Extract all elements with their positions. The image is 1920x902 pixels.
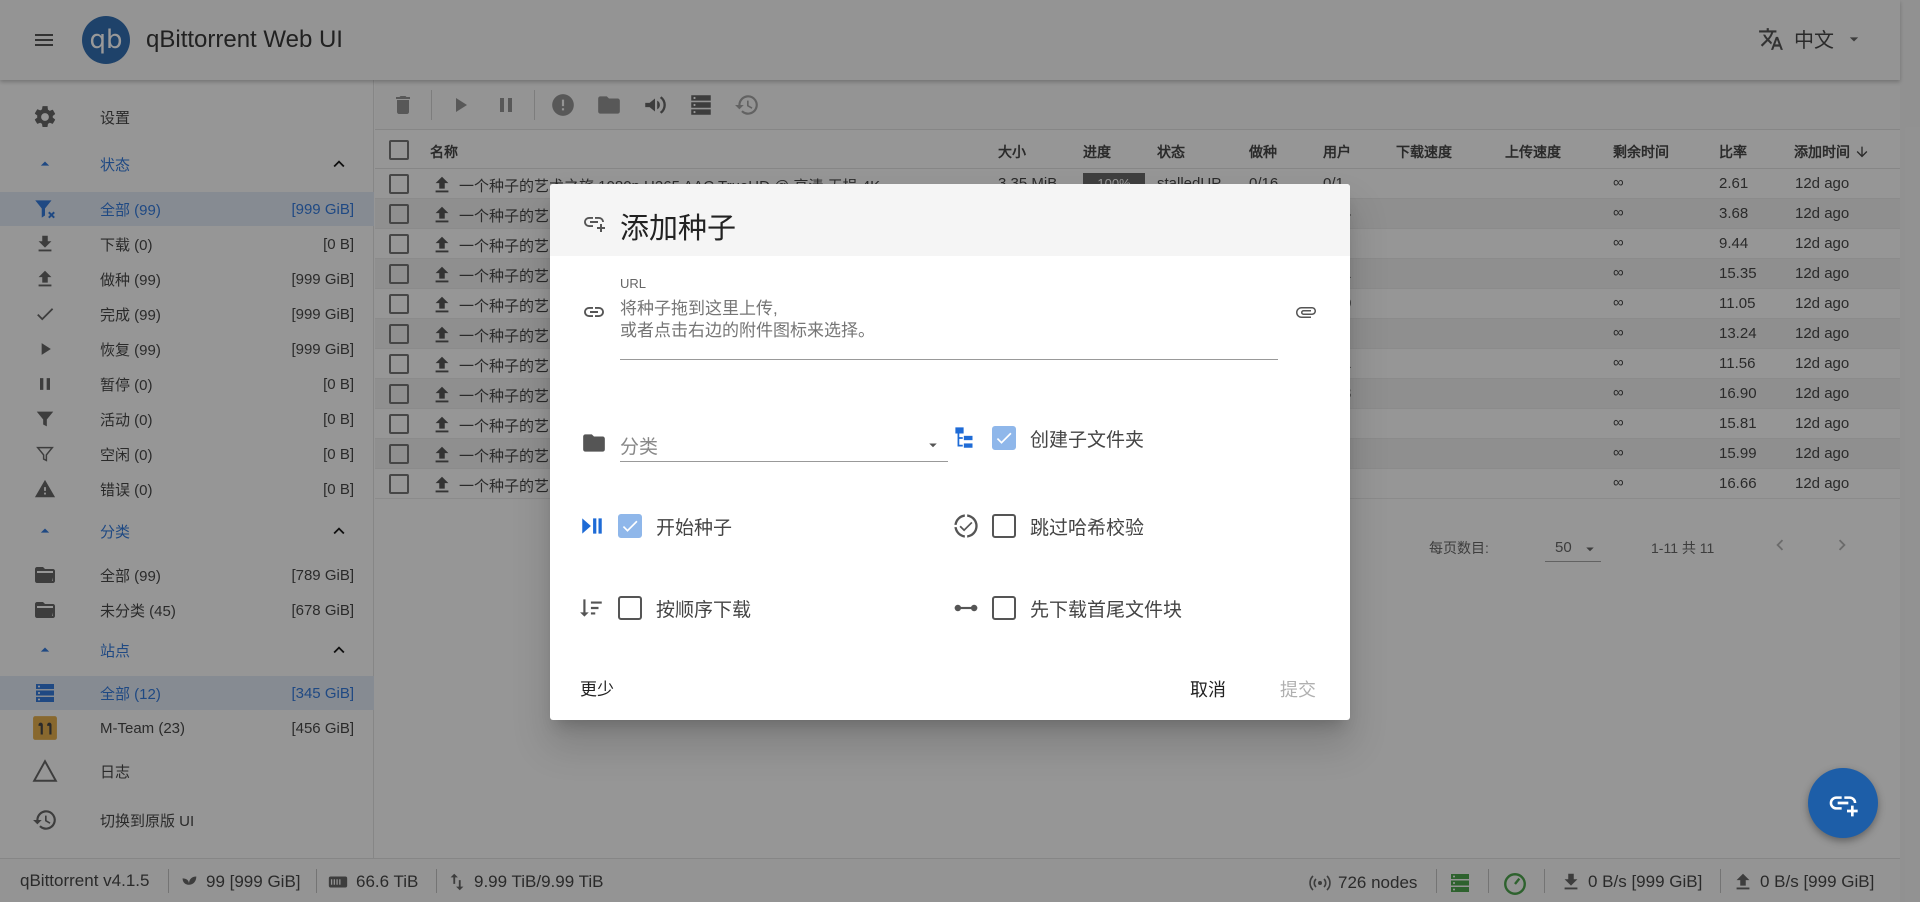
start-torrent-label: 开始种子 bbox=[656, 517, 733, 539]
category-placeholder: 分类 bbox=[620, 437, 659, 458]
check-icon bbox=[996, 432, 1012, 444]
caret-down-icon bbox=[929, 443, 937, 448]
first-last-pieces-checkbox[interactable] bbox=[992, 596, 1016, 620]
first-last-pieces-label: 先下载首尾文件块 bbox=[1030, 599, 1183, 621]
dialog-title: 添加种子 bbox=[620, 213, 737, 245]
skip-hash-check-checkbox[interactable] bbox=[992, 514, 1016, 538]
sequential-download-option[interactable]: 按顺序下载 bbox=[578, 594, 751, 622]
submit-button[interactable]: 提交 bbox=[1280, 676, 1316, 702]
url-input[interactable] bbox=[620, 298, 1278, 360]
skip-hash-check-label: 跳过哈希校验 bbox=[1030, 517, 1145, 539]
less-options-button[interactable]: 更少 bbox=[580, 675, 614, 700]
attachment-icon[interactable] bbox=[1292, 300, 1320, 324]
cancel-button[interactable]: 取消 bbox=[1190, 676, 1226, 702]
first-last-pieces-option[interactable]: 先下载首尾文件块 bbox=[952, 594, 1182, 622]
link-icon bbox=[580, 300, 608, 324]
link-plus-icon bbox=[1829, 796, 1858, 817]
create-subfolder-checkbox[interactable] bbox=[992, 426, 1016, 450]
start-torrent-option[interactable]: 开始种子 bbox=[578, 512, 732, 540]
file-tree-icon bbox=[952, 424, 980, 452]
category-select[interactable]: 分类 bbox=[620, 422, 948, 462]
start-torrent-checkbox[interactable] bbox=[618, 514, 642, 538]
sequential-download-label: 按顺序下载 bbox=[656, 599, 752, 621]
check-icon bbox=[622, 520, 638, 532]
sort-descending-icon bbox=[578, 594, 606, 622]
add-torrent-dialog: 添加种子 URL 分类 创建子文件夹 开始种子 跳过哈希校验 按顺序下载 先下载… bbox=[550, 184, 1350, 720]
link-plus-icon bbox=[580, 210, 608, 234]
dialog-header: 添加种子 bbox=[550, 184, 1350, 256]
add-torrent-fab[interactable] bbox=[1808, 768, 1878, 838]
ray-start-end-icon bbox=[952, 594, 980, 622]
folder-icon bbox=[580, 430, 608, 456]
play-pause-icon bbox=[578, 512, 606, 540]
url-field-label: URL bbox=[620, 276, 647, 291]
create-subfolder-label: 创建子文件夹 bbox=[1030, 429, 1145, 451]
skip-hash-check-option[interactable]: 跳过哈希校验 bbox=[952, 512, 1144, 540]
progress-check-icon bbox=[952, 512, 980, 540]
create-subfolder-option[interactable]: 创建子文件夹 bbox=[952, 424, 1144, 452]
sequential-download-checkbox[interactable] bbox=[618, 596, 642, 620]
